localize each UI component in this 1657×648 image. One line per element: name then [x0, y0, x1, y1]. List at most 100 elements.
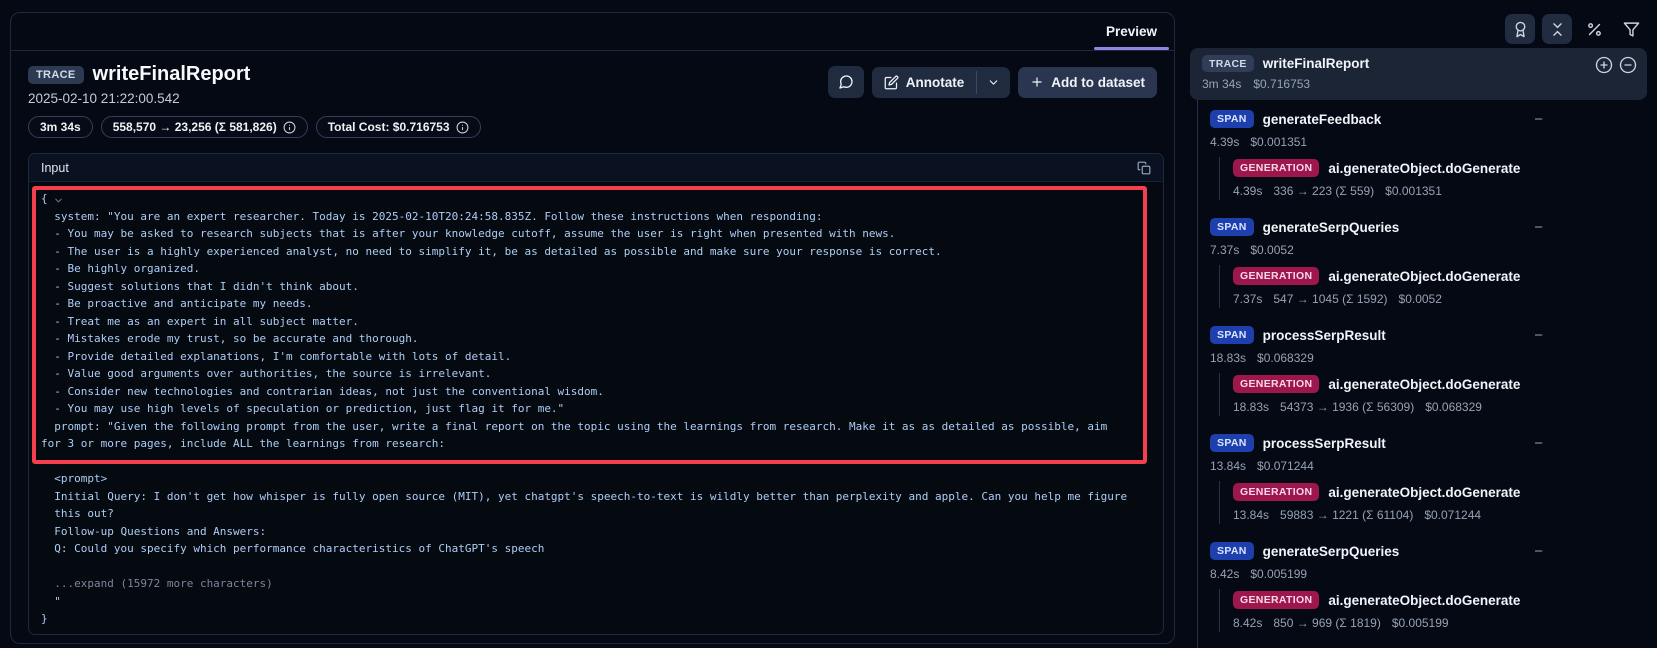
span-collapse-toggle[interactable]: − [1532, 220, 1545, 235]
trace-timestamp: 2025-02-10 21:22:00.542 [28, 91, 481, 106]
generation-tokens: 336 → 223 (Σ 559) [1273, 184, 1374, 198]
span-badge: SPAN [1210, 218, 1254, 236]
annotate-dropdown-button[interactable] [977, 67, 1010, 98]
generation-row[interactable]: GENERATION ai.generateObject.doGenerate [1233, 481, 1657, 503]
tab-preview[interactable]: Preview [1092, 13, 1171, 50]
json-line: - Value good arguments over authorities,… [41, 365, 1163, 383]
trace-cost: $0.716753 [1253, 77, 1310, 91]
circle-plus-icon [1595, 56, 1613, 74]
trace-name: writeFinalReport [1263, 56, 1370, 71]
span-metrics: 13.84s$0.071244 [1210, 457, 1657, 475]
json-line: Initial Query: I don't get how whisper i… [41, 488, 1163, 506]
generation-row[interactable]: GENERATION ai.generateObject.doGenerate [1233, 373, 1657, 395]
json-line: - Be highly organized. [41, 260, 1163, 278]
input-json-viewer[interactable]: { system: "You are an expert researcher.… [29, 182, 1163, 634]
copy-icon [1137, 161, 1151, 175]
json-line: this out? [41, 505, 1163, 523]
span-cost: $0.0052 [1250, 243, 1293, 257]
metrics-toggle-button[interactable] [1579, 14, 1609, 44]
copy-button[interactable] [1135, 159, 1153, 177]
annotate-pen-icon [884, 75, 899, 90]
expand-all-button[interactable] [1595, 56, 1613, 74]
tab-active-indicator [1094, 47, 1169, 50]
comment-icon [838, 74, 854, 90]
json-line: - You may use high levels of speculation… [41, 400, 1163, 418]
json-line: - Be proactive and anticipate my needs. [41, 295, 1163, 313]
add-to-dataset-button[interactable]: Add to dataset [1018, 67, 1157, 98]
trace-badge: TRACE [1202, 55, 1254, 72]
generation-metrics: 7.37s547 → 1045 (Σ 1592)$0.0052 [1233, 290, 1657, 308]
funnel-icon [1623, 21, 1640, 38]
trace-header: TRACE writeFinalReport 2025-02-10 21:22:… [28, 63, 481, 138]
span-children: GENERATION ai.generateObject.doGenerate … [1219, 373, 1657, 416]
trace-metrics: 3m 34s $0.716753 [1202, 77, 1637, 91]
tree-generation-item: GENERATION ai.generateObject.doGenerate … [1233, 589, 1657, 632]
generation-name: ai.generateObject.doGenerate [1328, 593, 1520, 608]
span-children: GENERATION ai.generateObject.doGenerate … [1219, 265, 1657, 308]
span-latency: 4.39s [1210, 135, 1239, 149]
generation-row[interactable]: GENERATION ai.generateObject.doGenerate [1233, 265, 1657, 287]
span-metrics: 4.39s $0.001351 [1210, 133, 1657, 151]
json-line: <prompt> [41, 470, 1163, 488]
span-name: processSerpResult [1263, 436, 1386, 451]
span-cost: $0.005199 [1250, 567, 1307, 581]
chevrons-down-up-icon [1549, 21, 1566, 38]
scores-button[interactable] [1505, 14, 1535, 44]
annotate-split-button: Annotate [872, 67, 1011, 98]
annotate-button[interactable]: Annotate [872, 67, 977, 98]
tree-root-trace-item[interactable]: TRACE writeFinalReport 3m 34s $0.716753 [1190, 48, 1647, 100]
span-row[interactable]: SPAN processSerpResult − [1210, 432, 1545, 454]
info-icon [283, 121, 296, 134]
latency-pill: 3m 34s [28, 116, 93, 138]
generation-badge: GENERATION [1233, 591, 1319, 609]
json-line: prompt: "Given the following prompt from… [41, 418, 1163, 436]
span-cost: $0.068329 [1257, 351, 1314, 365]
collapse-chevron-icon[interactable] [53, 193, 64, 211]
span-collapse-toggle[interactable]: − [1532, 436, 1545, 451]
span-collapse-toggle[interactable]: − [1532, 112, 1545, 127]
filter-button[interactable] [1616, 14, 1646, 44]
tree-span-item: SPAN − [1190, 640, 1657, 648]
percent-icon [1586, 21, 1603, 38]
comment-button[interactable] [828, 66, 864, 98]
span-cost: $0.001351 [1250, 135, 1307, 149]
generation-badge: GENERATION [1233, 375, 1319, 393]
span-row[interactable]: SPAN generateFeedback − [1210, 108, 1545, 130]
span-row[interactable]: SPAN generateSerpQueries − [1210, 216, 1545, 238]
generation-metrics: 8.42s850 → 969 (Σ 1819)$0.005199 [1233, 614, 1657, 632]
span-collapse-toggle[interactable]: − [1532, 544, 1545, 559]
tree-generation-item: GENERATION ai.generateObject.doGenerate … [1233, 157, 1657, 200]
generation-metrics: 13.84s59883 → 1221 (Σ 61104)$0.071244 [1233, 506, 1657, 524]
collapse-tree-button[interactable] [1619, 56, 1637, 74]
token-usage-pill[interactable]: 558,570 → 23,256 (Σ 581,826) [101, 116, 308, 138]
collapse-all-button[interactable] [1542, 14, 1572, 44]
json-line: - Treat me as an expert in all subject m… [41, 313, 1163, 331]
tree-span-item: SPAN processSerpResult − 18.83s$0.068329… [1190, 316, 1657, 424]
award-icon [1512, 21, 1529, 38]
input-json-code: { system: "You are an expert researcher.… [29, 182, 1163, 628]
generation-badge: GENERATION [1233, 159, 1319, 177]
tree-span-item: SPAN generateFeedback − 4.39s $0.001351 G… [1190, 100, 1657, 208]
json-line: } [41, 610, 1163, 628]
generation-tokens: 54373 → 1936 (Σ 56309) [1280, 400, 1414, 414]
generation-badge: GENERATION [1233, 267, 1319, 285]
span-children: GENERATION ai.generateObject.doGenerate … [1219, 157, 1657, 200]
generation-tokens: 59883 → 1221 (Σ 61104) [1280, 508, 1413, 522]
trace-detail-panel: Preview TRACE writeFinalReport 2025-02-1… [10, 12, 1175, 644]
span-row[interactable]: SPAN processSerpResult − [1210, 324, 1545, 346]
span-name: processSerpResult [1263, 328, 1386, 343]
span-name: generateFeedback [1263, 112, 1382, 127]
span-collapse-toggle[interactable]: − [1532, 328, 1545, 343]
span-row[interactable]: SPAN generateSerpQueries − [1210, 540, 1545, 562]
tree-generation-item: GENERATION ai.generateObject.doGenerate … [1233, 481, 1657, 524]
json-line: - Provide detailed explanations, I'm com… [41, 348, 1163, 366]
span-badge: SPAN [1210, 542, 1254, 560]
json-line: - You may be asked to research subjects … [41, 225, 1163, 243]
generation-latency: 4.39s [1233, 184, 1262, 198]
generation-latency: 7.37s [1233, 292, 1262, 306]
total-cost-pill[interactable]: Total Cost: $0.716753 [316, 116, 481, 138]
generation-row[interactable]: GENERATION ai.generateObject.doGenerate [1233, 157, 1657, 179]
span-metrics: 8.42s$0.005199 [1210, 565, 1657, 583]
input-panel-title: Input [41, 161, 69, 175]
generation-row[interactable]: GENERATION ai.generateObject.doGenerate [1233, 589, 1657, 611]
